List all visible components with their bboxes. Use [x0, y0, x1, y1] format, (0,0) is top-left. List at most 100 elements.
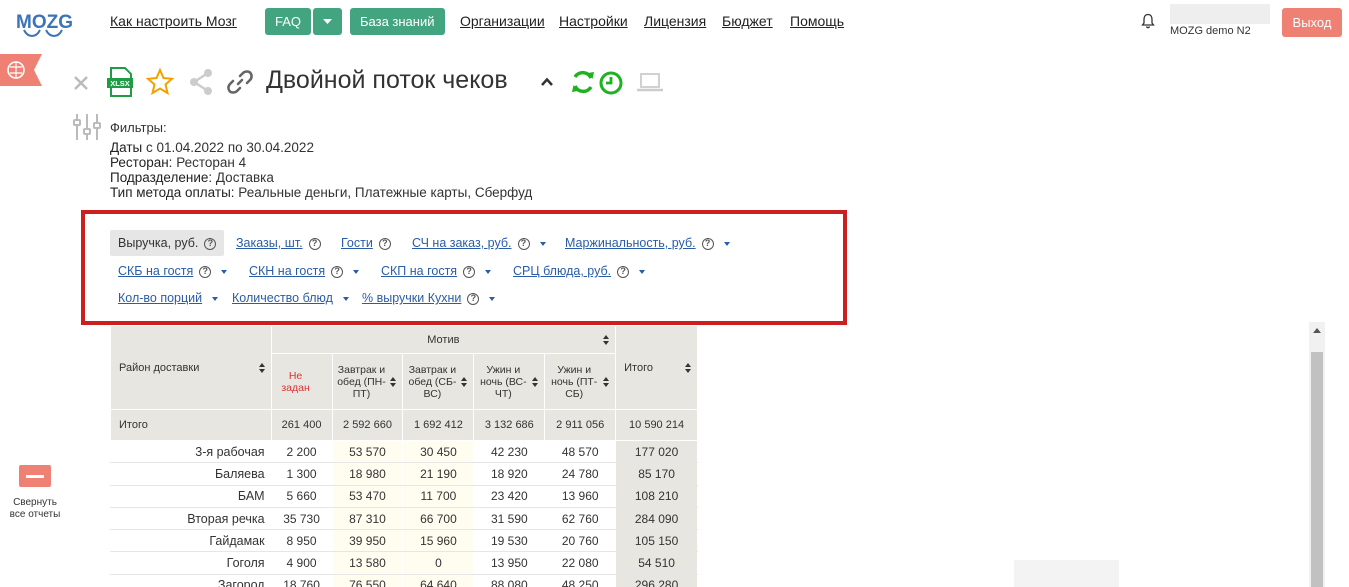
filter-division: Подразделение: Доставка [110, 170, 274, 185]
help-icon[interactable]: ? [467, 292, 480, 305]
metric-orders-label: Заказы, шт. [236, 236, 303, 250]
metric-skn[interactable]: СКН на гостя? [249, 264, 360, 278]
metric-revenue[interactable]: Выручка, руб.? [110, 230, 225, 256]
metric-skp-label: СКП на гостя [381, 264, 458, 278]
nav-license-link[interactable]: Лицензия [644, 13, 706, 29]
faq-button[interactable]: FAQ [265, 8, 311, 35]
sort-icon[interactable] [685, 362, 691, 373]
xlsx-export-icon[interactable]: XLSX [106, 67, 134, 97]
clock-icon[interactable] [598, 70, 624, 96]
sort-icon[interactable] [532, 376, 539, 387]
chevron-up-icon[interactable] [540, 76, 554, 88]
faq-dropdown-button[interactable] [313, 8, 342, 35]
totals-cell: 2 911 056 [544, 409, 617, 441]
sort-icon[interactable] [258, 362, 265, 373]
help-icon[interactable]: ? [378, 237, 391, 250]
table-row[interactable]: БАМ 5 660 53 470 11 700 23 420 13 960 10… [110, 484, 698, 508]
metric-skb[interactable]: СКБ на гостя? [118, 264, 228, 278]
sort-icon[interactable] [603, 376, 610, 387]
col-header-group-motiv[interactable]: Мотив [270, 325, 617, 354]
reports-ribbon-tab[interactable] [0, 54, 42, 86]
col-total-label: Итого [624, 361, 653, 374]
table-row[interactable]: Гоголя 4 900 13 580 0 13 950 22 080 54 5… [110, 551, 698, 575]
vertical-scrollbar-thumb[interactable] [1311, 352, 1323, 587]
user-name[interactable]: MOZG demo N2 [1170, 25, 1251, 37]
collapse-all-reports-button[interactable] [19, 465, 51, 487]
col-header-dinner-fri-sat[interactable]: Ужин и ночь (ПТ-СБ) [544, 353, 617, 410]
metric-src[interactable]: СРЦ блюда, руб.? [513, 264, 646, 278]
caret-down-icon[interactable] [539, 241, 546, 246]
metric-avg-check[interactable]: СЧ на заказ, руб.? [412, 236, 546, 250]
cell: 8 950 [270, 529, 333, 553]
collapse-label-line1: Свернуть [13, 497, 57, 508]
cell: 4 900 [270, 551, 333, 575]
exit-button[interactable]: Выход [1282, 8, 1342, 37]
help-icon[interactable]: ? [331, 265, 344, 278]
metric-dishes[interactable]: Количество блюд [232, 291, 349, 305]
col-label: Завтрак и обед (ПН-ПТ) [337, 363, 386, 400]
sort-icon[interactable] [461, 376, 468, 387]
metric-orders[interactable]: Заказы, шт.? [236, 236, 321, 250]
star-icon[interactable] [146, 68, 174, 96]
filters-sliders-icon[interactable] [72, 112, 102, 142]
metric-margin[interactable]: Маржинальность, руб.? [565, 236, 730, 250]
metric-portions[interactable]: Кол-во порций [118, 291, 219, 305]
collapse-label-line2: все отчеты [9, 509, 61, 520]
bell-icon[interactable] [1140, 13, 1156, 29]
table-row[interactable]: Загород 18 760 76 550 64 640 88 080 48 2… [110, 573, 698, 587]
table-row[interactable]: Вторая речка 35 730 87 310 66 700 31 590… [110, 506, 698, 531]
metric-guests[interactable]: Гости? [341, 236, 391, 250]
col-header-breakfast-weekday[interactable]: Завтрак и обед (ПН-ПТ) [331, 353, 404, 410]
cell: 1 300 [270, 462, 333, 486]
cell: 0 [402, 551, 475, 575]
help-icon[interactable]: ? [308, 237, 321, 250]
caret-down-icon[interactable] [221, 269, 228, 274]
filter-division-key: Подразделение: [110, 170, 213, 185]
metric-skp[interactable]: СКП на гостя? [381, 264, 492, 278]
scroll-up-arrow-icon[interactable] [1313, 328, 1321, 333]
link-icon[interactable] [226, 68, 254, 96]
caret-down-icon[interactable] [485, 269, 492, 274]
help-icon[interactable]: ? [463, 265, 476, 278]
help-icon[interactable]: ? [617, 265, 630, 278]
filter-restaurant: Ресторан: Ресторан 4 [110, 155, 246, 170]
laptop-icon[interactable] [636, 72, 664, 94]
table-row[interactable]: 3-я рабочая 2 200 53 570 30 450 42 230 4… [110, 439, 698, 464]
caret-down-icon[interactable] [489, 296, 496, 301]
nav-settings-link[interactable]: Настройки [559, 13, 628, 29]
cell: 62 760 [544, 506, 617, 531]
col-header-region[interactable]: Район доставки [110, 325, 272, 410]
nav-budget-link[interactable]: Бюджет [722, 13, 773, 29]
filter-payment-key: Тип метода оплаты: [110, 185, 235, 200]
knowledge-base-button[interactable]: База знаний [350, 8, 445, 35]
group-motiv-label: Мотив [427, 333, 460, 346]
col-header-breakfast-weekend[interactable]: Завтрак и обед (СБ-ВС) [402, 353, 475, 410]
col-header-total[interactable]: Итого [615, 325, 698, 410]
col-header-not-set[interactable]: Не задан [270, 353, 333, 410]
close-icon[interactable] [72, 74, 90, 92]
report-table: Район доставки Мотив Итого Не задан Завт… [110, 325, 698, 587]
mozg-logo[interactable]: MOZG [16, 8, 78, 38]
metric-kitchen-revenue[interactable]: % выручки Кухни? [362, 291, 496, 305]
caret-down-icon[interactable] [342, 296, 349, 301]
help-icon[interactable]: ? [199, 265, 212, 278]
table-row[interactable]: Гайдамак 8 950 39 950 15 960 19 530 20 7… [110, 529, 698, 553]
nav-orgs-link[interactable]: Организации [460, 13, 545, 29]
nav-setup-link[interactable]: Как настроить Мозг [110, 13, 237, 29]
caret-down-icon[interactable] [353, 269, 360, 274]
table-row[interactable]: Баляева 1 300 18 980 21 190 18 920 24 78… [110, 462, 698, 486]
help-icon[interactable]: ? [204, 237, 217, 250]
sort-icon[interactable] [390, 376, 397, 387]
col-header-dinner-sun-thu[interactable]: Ужин и ночь (ВС-ЧТ) [473, 353, 546, 410]
refresh-icon[interactable] [569, 68, 597, 96]
caret-down-icon[interactable] [639, 269, 646, 274]
nav-help-link[interactable]: Помощь [790, 13, 844, 29]
caret-down-icon[interactable] [723, 241, 730, 246]
filter-dates-value: с 01.04.2022 по 30.04.2022 [142, 140, 314, 155]
totals-cell: 261 400 [270, 409, 333, 441]
help-icon[interactable]: ? [701, 237, 714, 250]
caret-down-icon[interactable] [212, 296, 219, 301]
help-icon[interactable]: ? [517, 237, 530, 250]
share-icon[interactable] [188, 68, 214, 96]
sort-icon[interactable] [603, 334, 610, 345]
